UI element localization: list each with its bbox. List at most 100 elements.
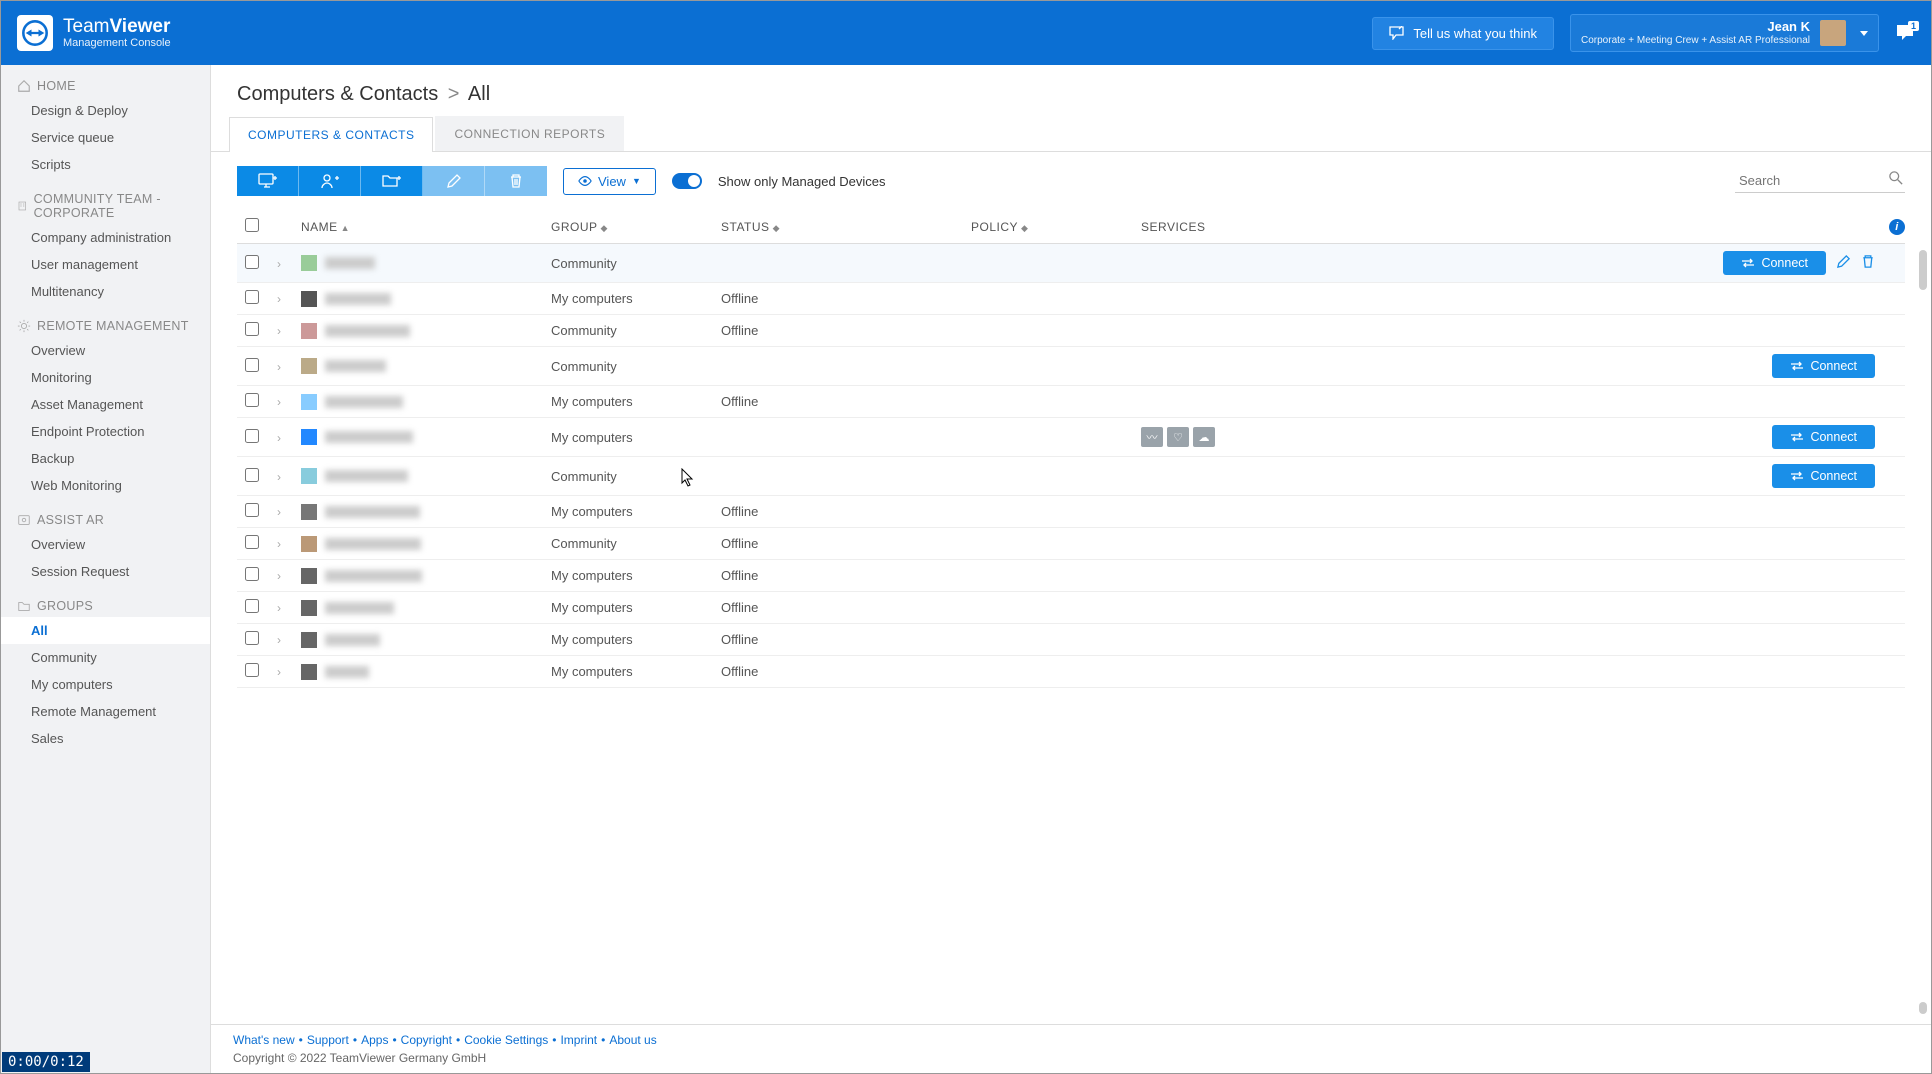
sidebar-item-group-remote-mgmt[interactable]: Remote Management [1,698,210,725]
sidebar-item-company-admin[interactable]: Company administration [1,224,210,251]
footer-link[interactable]: Imprint [560,1033,597,1047]
table-row[interactable]: › My computers Offline [237,624,1905,656]
row-checkbox[interactable] [245,631,259,645]
add-computer-button[interactable] [237,166,299,196]
sidebar-item-group-community[interactable]: Community [1,644,210,671]
row-checkbox[interactable] [245,358,259,372]
scrollbar[interactable] [1919,250,1927,290]
table-row[interactable]: › My computers Offline [237,283,1905,315]
delete-button[interactable] [485,166,547,196]
sidebar-item-design-deploy[interactable]: Design & Deploy [1,97,210,124]
sidebar-item-backup[interactable]: Backup [1,445,210,472]
table-row[interactable]: › My computers Offline [237,496,1905,528]
sidebar-item-endpoint[interactable]: Endpoint Protection [1,418,210,445]
sidebar-section-home[interactable]: HOME [1,65,210,97]
sidebar-item-asset-mgmt[interactable]: Asset Management [1,391,210,418]
service-badge-protection[interactable]: ♡ [1167,427,1189,447]
table-row[interactable]: › Community Offline [237,528,1905,560]
breadcrumb-root[interactable]: Computers & Contacts [237,83,438,105]
tab-connection-reports[interactable]: CONNECTION REPORTS [435,116,624,151]
row-checkbox[interactable] [245,535,259,549]
sidebar-item-group-all[interactable]: All [1,617,210,644]
expand-row[interactable]: › [277,323,301,338]
scrollbar[interactable] [1919,1002,1927,1014]
expand-row[interactable]: › [277,256,301,271]
sidebar-item-service-queue[interactable]: Service queue [1,124,210,151]
service-badge-monitoring[interactable]: 〰 [1141,427,1163,447]
row-checkbox[interactable] [245,503,259,517]
edit-button[interactable] [423,166,485,196]
tab-computers-contacts[interactable]: COMPUTERS & CONTACTS [229,117,433,152]
table-row[interactable]: › Community Offline [237,315,1905,347]
info-icon[interactable]: i [1889,219,1905,235]
table-row[interactable]: › My computers 〰♡☁ Connect [237,418,1905,457]
table-row[interactable]: › My computers Offline [237,386,1905,418]
connect-button[interactable]: Connect [1772,354,1875,378]
column-policy[interactable]: POLICY◆ [971,220,1141,234]
expand-row[interactable]: › [277,568,301,583]
view-dropdown-button[interactable]: View ▼ [563,168,656,195]
footer-link[interactable]: Support [307,1033,349,1047]
expand-row[interactable]: › [277,536,301,551]
table-row[interactable]: › Community Connect [237,457,1905,496]
footer-link[interactable]: Copyright [401,1033,452,1047]
edit-row-button[interactable] [1836,254,1851,272]
managed-devices-toggle[interactable] [672,173,702,189]
feedback-button[interactable]: Tell us what you think [1372,17,1554,50]
sidebar-item-monitoring[interactable]: Monitoring [1,364,210,391]
sidebar-item-assist-overview[interactable]: Overview [1,531,210,558]
sidebar-section-assist[interactable]: ASSIST AR [1,499,210,531]
expand-row[interactable]: › [277,504,301,519]
row-checkbox[interactable] [245,468,259,482]
expand-row[interactable]: › [277,394,301,409]
footer-link[interactable]: What's new [233,1033,295,1047]
sidebar-item-group-sales[interactable]: Sales [1,725,210,752]
expand-row[interactable]: › [277,291,301,306]
connect-button[interactable]: Connect [1772,425,1875,449]
row-checkbox[interactable] [245,599,259,613]
row-checkbox[interactable] [245,322,259,336]
row-checkbox[interactable] [245,290,259,304]
row-checkbox[interactable] [245,567,259,581]
service-badge-backup[interactable]: ☁ [1193,427,1215,447]
footer-link[interactable]: Apps [361,1033,388,1047]
footer-link[interactable]: About us [609,1033,656,1047]
notifications-button[interactable]: 1 [1895,23,1915,44]
sidebar-item-multitenancy[interactable]: Multitenancy [1,278,210,305]
column-name[interactable]: NAME▲ [301,220,551,234]
sidebar-item-session-request[interactable]: Session Request [1,558,210,585]
sidebar-section-groups[interactable]: GROUPS [1,585,210,617]
row-checkbox[interactable] [245,663,259,677]
table-row[interactable]: › My computers Offline [237,560,1905,592]
sidebar-item-user-mgmt[interactable]: User management [1,251,210,278]
select-all-checkbox[interactable] [245,218,259,232]
delete-row-button[interactable] [1861,254,1875,272]
sidebar-item-web-monitoring[interactable]: Web Monitoring [1,472,210,499]
column-status[interactable]: STATUS◆ [721,220,971,234]
sidebar-section-remote[interactable]: REMOTE MANAGEMENT [1,305,210,337]
account-menu[interactable]: Jean K Corporate + Meeting Crew + Assist… [1570,14,1879,52]
table-row[interactable]: › My computers Offline [237,656,1905,688]
connect-button[interactable]: Connect [1723,251,1826,275]
row-checkbox[interactable] [245,429,259,443]
add-contact-button[interactable] [299,166,361,196]
sidebar-item-group-mycomputers[interactable]: My computers [1,671,210,698]
brand-logo[interactable]: TeamViewer Management Console [17,15,171,51]
search-input[interactable] [1735,169,1905,193]
column-group[interactable]: GROUP◆ [551,220,721,234]
table-row[interactable]: › Community Connect [237,244,1905,283]
table-row[interactable]: › Community Connect [237,347,1905,386]
expand-row[interactable]: › [277,359,301,374]
table-row[interactable]: › My computers Offline [237,592,1905,624]
search-icon[interactable] [1889,171,1903,188]
expand-row[interactable]: › [277,469,301,484]
row-checkbox[interactable] [245,255,259,269]
sidebar-item-scripts[interactable]: Scripts [1,151,210,178]
expand-row[interactable]: › [277,430,301,445]
expand-row[interactable]: › [277,600,301,615]
connect-button[interactable]: Connect [1772,464,1875,488]
add-group-button[interactable] [361,166,423,196]
row-checkbox[interactable] [245,393,259,407]
expand-row[interactable]: › [277,632,301,647]
sidebar-item-remote-overview[interactable]: Overview [1,337,210,364]
